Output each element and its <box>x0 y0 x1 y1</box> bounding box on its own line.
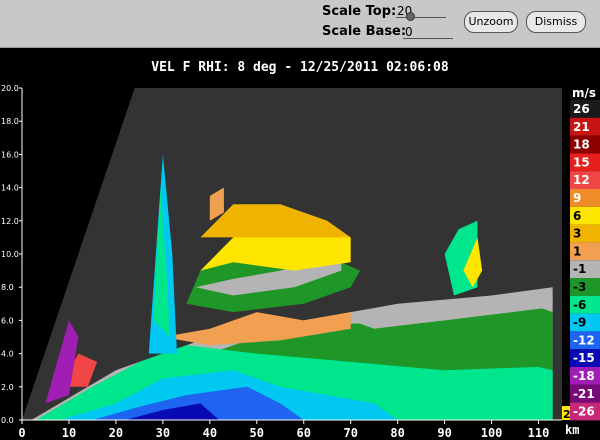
y-tick-label: 18.0 <box>1 117 19 126</box>
legend-label: 21 <box>573 120 590 134</box>
y-tick-label: 4.0 <box>1 350 14 359</box>
y-tick-label: 12.0 <box>1 217 19 226</box>
x-tick-label: 0 <box>18 426 25 440</box>
legend-label: 12 <box>573 173 590 187</box>
x-tick-label: 60 <box>297 426 311 440</box>
legend-unit: m/s <box>572 86 596 100</box>
x-axis-unit: km <box>565 423 579 437</box>
y-tick-label: 14.0 <box>1 184 19 193</box>
x-tick-label: 50 <box>250 426 264 440</box>
corner-badge: 2 <box>563 408 571 421</box>
x-tick-label: 110 <box>528 426 550 440</box>
x-tick-label: 90 <box>437 426 451 440</box>
y-tick-label: 6.0 <box>1 316 14 325</box>
rhi-velocity-plot[interactable]: 0.0 2.0 4.0 6.0 8.0 10.0 12.0 14.0 16.0 18.0 2 0.0 … <box>0 0 600 440</box>
x-tick-label: 80 <box>390 426 404 440</box>
color-legend: 26 21 18 15 12 9 6 3 1 -1 -3 -6 -9 -12 -15 -18 -21 -26 <box>570 100 600 421</box>
x-tick-label: 70 <box>343 426 357 440</box>
legend-label: 1 <box>573 244 581 258</box>
legend-label: -12 <box>573 333 595 347</box>
y-tick-label: 10.0 <box>1 250 19 259</box>
legend-label: 15 <box>573 155 590 169</box>
x-tick-label: 30 <box>156 426 170 440</box>
legend-label: -15 <box>573 351 595 365</box>
y-axis: 0.0 2.0 4.0 6.0 8.0 10.0 12.0 14.0 16.0 18.0 20.0 <box>1 84 23 425</box>
legend-label: -18 <box>573 369 595 383</box>
x-tick-label: 20 <box>109 426 123 440</box>
legend-label: -3 <box>573 280 586 294</box>
legend-label: -26 <box>573 405 595 419</box>
legend-label: 6 <box>573 209 581 223</box>
x-tick-label: 10 <box>62 426 76 440</box>
legend-label: -9 <box>573 316 586 330</box>
y-tick-label: 8.0 <box>1 283 14 292</box>
y-tick-label: 2.0 <box>1 383 14 392</box>
x-tick-label: 100 <box>481 426 503 440</box>
legend-label: 3 <box>573 227 581 241</box>
legend-label: 26 <box>573 102 590 116</box>
legend-label: -6 <box>573 298 586 312</box>
legend-label: 9 <box>573 191 581 205</box>
x-axis: 0 10 20 30 40 50 60 70 80 90 100 110 <box>18 419 562 440</box>
x-tick-label: 40 <box>203 426 217 440</box>
y-tick-label: 0.0 <box>1 416 14 425</box>
y-tick-label: 20.0 <box>1 84 19 93</box>
y-tick-label: 16.0 <box>1 150 19 159</box>
legend-label: -21 <box>573 387 595 401</box>
legend-label: -1 <box>573 262 586 276</box>
legend-label: 18 <box>573 138 590 152</box>
